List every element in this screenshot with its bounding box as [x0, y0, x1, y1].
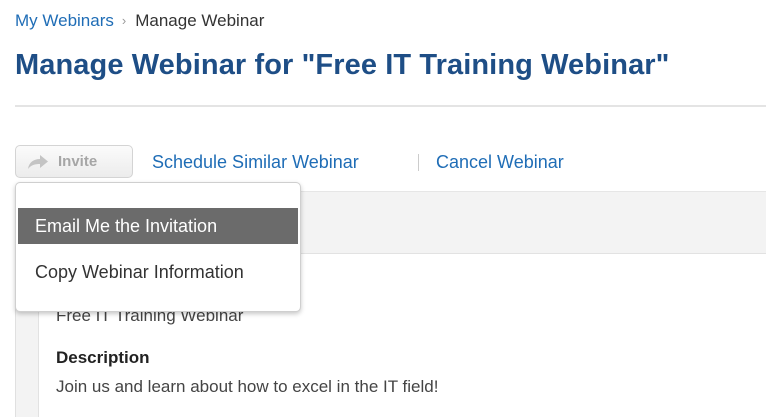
description-text: Join us and learn about how to excel in …: [56, 377, 439, 396]
breadcrumb-my-webinars-link[interactable]: My Webinars: [15, 11, 114, 30]
share-arrow-icon: [28, 154, 48, 169]
invite-button-label: Invite: [58, 153, 98, 170]
manage-webinar-page: My Webinars › Manage Webinar Manage Webina…: [0, 0, 766, 417]
toolbar-divider: [418, 154, 419, 171]
breadcrumb: My Webinars › Manage Webinar: [15, 11, 264, 31]
chevron-right-icon: ›: [121, 13, 127, 28]
invite-dropdown-menu: Email Me the Invitation Copy Webinar Inf…: [15, 182, 301, 312]
invite-button[interactable]: Invite: [15, 145, 133, 178]
menu-item-copy-webinar-information[interactable]: Copy Webinar Information: [18, 254, 298, 290]
title-divider: [15, 105, 766, 107]
page-title: Manage Webinar for "Free IT Training Web…: [15, 49, 670, 81]
menu-item-email-me-invitation[interactable]: Email Me the Invitation: [18, 208, 298, 244]
description-label: Description: [56, 348, 150, 367]
cancel-webinar-link[interactable]: Cancel Webinar: [436, 152, 564, 173]
schedule-similar-webinar-link[interactable]: Schedule Similar Webinar: [152, 152, 359, 173]
breadcrumb-current: Manage Webinar: [135, 11, 265, 30]
